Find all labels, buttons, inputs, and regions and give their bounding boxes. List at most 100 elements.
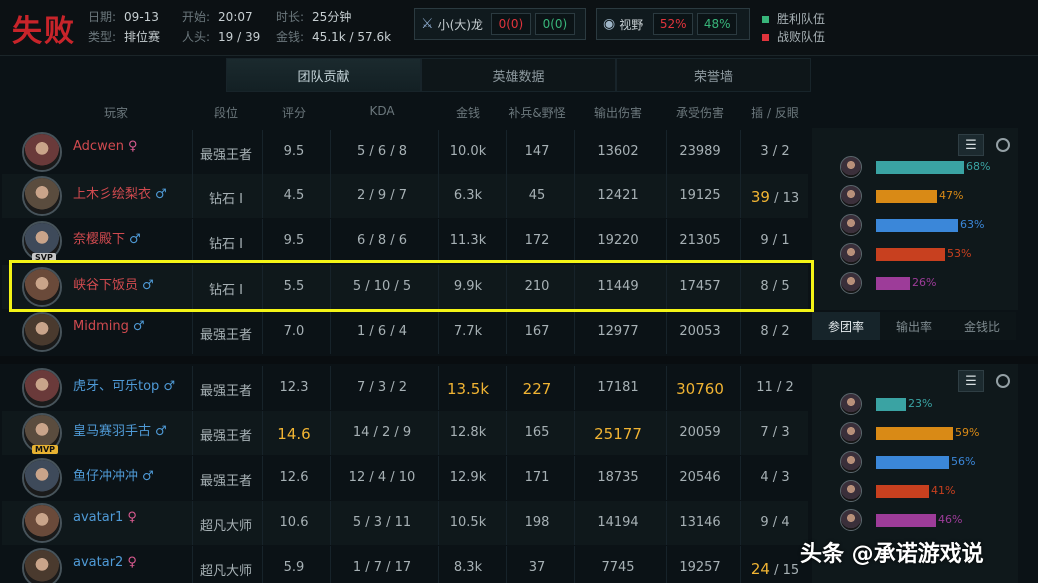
col-score[interactable]: 评分 [282, 104, 306, 121]
column-separator [666, 310, 667, 354]
panel-tab-gold-share[interactable]: 金钱比 [948, 312, 1016, 340]
player-name[interactable]: Midming ♂ [73, 319, 145, 334]
stat-percent: 46% [938, 513, 963, 526]
dragon-value-win: 0(0) [534, 13, 575, 35]
cell-score: 12.6 [279, 470, 309, 485]
cell-kda: 1 / 6 / 4 [356, 324, 408, 339]
avatar[interactable] [22, 548, 62, 583]
column-separator [506, 411, 507, 455]
column-separator [192, 219, 193, 263]
stat-bar [876, 485, 929, 498]
champion-avatar [840, 214, 862, 236]
table-row[interactable]: avatar2 ♀ 超凡大师 5.9 1 / 7 / 17 8.3k 37 7745 19257… [2, 546, 808, 583]
column-separator [192, 411, 193, 455]
cell-cs: 37 [528, 560, 546, 575]
cell-wards: 8 / 2 [760, 324, 789, 339]
radio-circle-icon[interactable] [996, 374, 1010, 388]
table-row[interactable]: SVP 奈樱殿下 ♂ 钻石 I 9.5 6 / 8 / 6 11.3k 172 19220 213… [2, 219, 808, 263]
cell-cs: 167 [524, 324, 550, 339]
panel-row: 59% [840, 422, 1015, 444]
legend-lose: 战败队伍 [762, 28, 825, 45]
panel-tab-damage-share[interactable]: 输出率 [880, 312, 948, 340]
player-name[interactable]: 上木彡绘梨衣 ♂ [73, 183, 167, 202]
tab-bar: 团队贡献 英雄数据 荣誉墙 [226, 58, 812, 92]
avatar[interactable] [22, 368, 62, 408]
cell-dmg: 14194 [597, 515, 639, 530]
column-separator [666, 130, 667, 174]
col-taken[interactable]: 承受伤害 [676, 104, 724, 121]
column-separator [574, 501, 575, 545]
player-name[interactable]: avatar2 ♀ [73, 555, 137, 570]
gold-info: 金钱: 45.1k / 57.6k [276, 30, 392, 44]
col-wards[interactable]: 插 / 反眼 [751, 104, 799, 121]
player-name[interactable]: 奈樱殿下 ♂ [73, 228, 141, 247]
tab-honor-wall[interactable]: 荣誉墙 [616, 58, 811, 92]
column-separator [574, 219, 575, 263]
cell-kda: 6 / 8 / 6 [356, 233, 408, 248]
wards-cleared: / 3 [768, 425, 790, 440]
player-name[interactable]: avatar1 ♀ [73, 510, 137, 525]
avatar[interactable] [22, 132, 62, 172]
column-separator [262, 310, 263, 354]
wards-placed: 39 [750, 188, 770, 206]
column-separator [438, 130, 439, 174]
tab-hero-data[interactable]: 英雄数据 [421, 58, 616, 92]
avatar[interactable] [22, 176, 62, 216]
column-separator [666, 501, 667, 545]
cell-taken: 19257 [679, 560, 721, 575]
cell-taken: 13146 [679, 515, 721, 530]
sort-icon[interactable]: ☰ [958, 134, 984, 156]
table-row[interactable]: 虎牙、可乐top ♂ 最强王者 12.3 7 / 3 / 2 13.5k 227 17181 3… [2, 366, 808, 410]
column-separator [438, 366, 439, 410]
cell-dmg: 25177 [594, 425, 642, 443]
avatar[interactable] [22, 312, 62, 352]
col-player[interactable]: 玩家 [104, 104, 128, 121]
column-separator [262, 501, 263, 545]
radio-circle-icon[interactable] [996, 138, 1010, 152]
table-row[interactable]: MVP 皇马赛羽手古 ♂ 最强王者 14.6 14 / 2 / 9 12.8k 165 2517… [2, 411, 808, 455]
col-gold[interactable]: 金钱 [456, 104, 480, 121]
crossed-swords-icon: ⚔ [421, 16, 434, 32]
stat-bar [876, 398, 906, 411]
tab-team-contribution[interactable]: 团队贡献 [226, 58, 421, 92]
col-kda[interactable]: KDA [369, 104, 394, 118]
table-row[interactable]: avatar1 ♀ 超凡大师 10.6 5 / 3 / 11 10.5k 198 14194 1… [2, 501, 808, 545]
column-separator [666, 546, 667, 583]
column-separator [740, 456, 741, 500]
table-row[interactable]: 鱼仔冲冲冲 ♂ 最强王者 12.6 12 / 4 / 10 12.9k 171 18735 20… [2, 456, 808, 500]
column-separator [192, 501, 193, 545]
column-separator [666, 219, 667, 263]
panel-row: 63% [840, 214, 1015, 236]
column-separator [506, 174, 507, 218]
player-name[interactable]: 皇马赛羽手古 ♂ [73, 420, 167, 439]
column-separator [192, 174, 193, 218]
panel-row: 53% [840, 243, 1015, 265]
col-cs[interactable]: 补兵&野怪 [508, 104, 565, 121]
table-row[interactable]: 上木彡绘梨衣 ♂ 钻石 I 4.5 2 / 9 / 7 6.3k 45 12421 19125 3… [2, 174, 808, 218]
player-name[interactable]: Adcwen ♀ [73, 139, 137, 154]
cell-cs: 165 [524, 425, 550, 440]
panel-row: 47% [840, 185, 1015, 207]
avatar[interactable] [22, 458, 62, 498]
panel-tabs: 参团率 输出率 金钱比 [812, 312, 1016, 340]
column-separator [666, 174, 667, 218]
wards-cleared: / 3 [768, 470, 790, 485]
table-row[interactable]: Adcwen ♀ 最强王者 9.5 5 / 6 / 8 10.0k 147 13602 2398… [2, 130, 808, 174]
col-damage[interactable]: 输出伤害 [594, 104, 642, 121]
player-name[interactable]: 虎牙、可乐top ♂ [73, 375, 175, 394]
duration-info: 时长: 25分钟 [276, 10, 352, 24]
column-separator [330, 310, 331, 354]
cell-dmg: 7745 [601, 560, 635, 575]
cell-kda: 1 / 7 / 17 [352, 560, 412, 575]
table-row[interactable]: Midming ♂ 最强王者 7.0 1 / 6 / 4 7.7k 167 12977 2005… [2, 310, 808, 354]
panel-tab-participation[interactable]: 参团率 [812, 312, 880, 340]
player-name[interactable]: 鱼仔冲冲冲 ♂ [73, 465, 154, 484]
mvp-badge: MVP [32, 445, 59, 454]
col-rank[interactable]: 段位 [214, 104, 238, 121]
cell-cs: 227 [522, 380, 552, 398]
sort-icon[interactable]: ☰ [958, 370, 984, 392]
cell-score: 9.5 [283, 233, 305, 248]
cell-taken: 20053 [679, 324, 721, 339]
panel-row: 23% [840, 393, 1015, 415]
avatar[interactable] [22, 503, 62, 543]
